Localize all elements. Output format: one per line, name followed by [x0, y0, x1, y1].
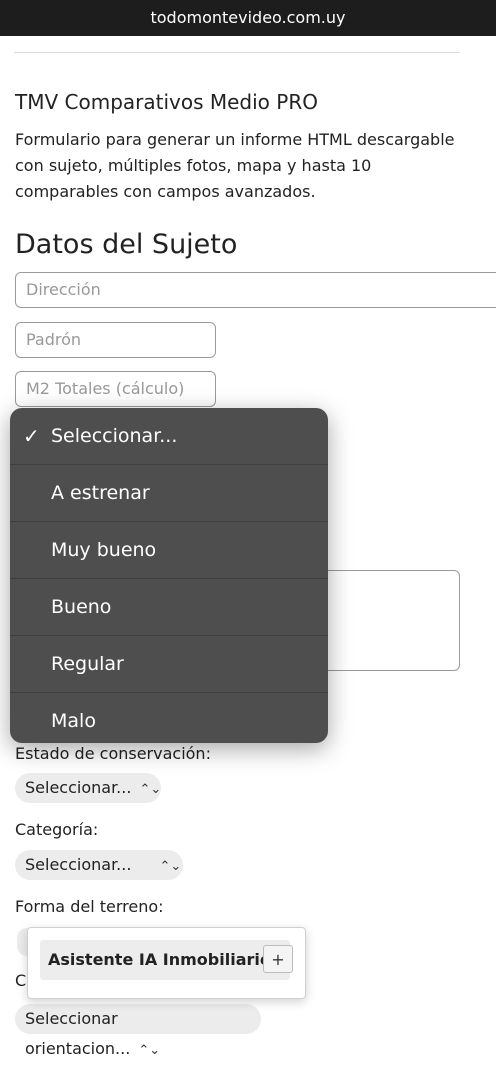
direccion-input[interactable]: Dirección: [15, 272, 496, 308]
estado-select-value: Seleccionar...: [25, 778, 132, 797]
url-text: todomontevideo.com.uy: [150, 8, 346, 27]
estado-dropdown-menu[interactable]: ✓ Seleccionar... A estrenar Muy bueno Bu…: [10, 408, 328, 743]
orientacion-select-value: Seleccionar orientacion...: [25, 1009, 131, 1058]
assistant-panel: Asistente IA Inmobiliario +: [27, 927, 306, 999]
m2-totales-input[interactable]: M2 Totales (cálculo): [15, 371, 216, 407]
forma-label: Forma del terreno:: [15, 897, 164, 916]
dropdown-option-bueno[interactable]: Bueno: [10, 579, 328, 636]
estado-label: Estado de conservación:: [15, 744, 211, 763]
direccion-placeholder: Dirección: [26, 280, 101, 299]
categoria-select[interactable]: Seleccionar... ⌃⌄: [15, 850, 183, 880]
option-label: Seleccionar...: [51, 425, 178, 447]
page-title: TMV Comparativos Medio PRO: [15, 90, 318, 114]
dropdown-option-a-estrenar[interactable]: A estrenar: [10, 465, 328, 522]
chevron-updown-icon: ⌃⌄: [139, 782, 162, 797]
m2-placeholder: M2 Totales (cálculo): [26, 379, 185, 398]
option-label: Muy bueno: [51, 539, 157, 561]
chevron-updown-icon: ⌃⌄: [159, 859, 182, 874]
page-description: Formulario para generar un informe HTML …: [15, 130, 455, 201]
dropdown-option-malo[interactable]: Malo: [10, 693, 328, 743]
categoria-label: Categoría:: [15, 820, 99, 839]
option-label: Regular: [51, 653, 124, 675]
checkmark-icon: ✓: [23, 424, 40, 448]
divider: [14, 52, 460, 53]
orientacion-select[interactable]: Seleccionar orientacion... ⌃⌄: [15, 1004, 261, 1058]
partial-label: C: [15, 971, 27, 990]
padron-placeholder: Padrón: [26, 330, 82, 349]
browser-url-bar[interactable]: todomontevideo.com.uy: [0, 0, 496, 36]
assistant-label: Asistente IA Inmobiliario: [48, 950, 271, 969]
option-label: Malo: [51, 710, 96, 732]
option-label: A estrenar: [51, 482, 150, 504]
dropdown-option-seleccionar[interactable]: ✓ Seleccionar...: [10, 408, 328, 465]
expand-plus-icon[interactable]: +: [263, 945, 293, 973]
option-label: Bueno: [51, 596, 112, 618]
assistant-header[interactable]: Asistente IA Inmobiliario +: [40, 940, 293, 980]
categoria-select-value: Seleccionar...: [25, 855, 132, 874]
padron-input[interactable]: Padrón: [15, 322, 216, 358]
section-title: Datos del Sujeto: [15, 229, 238, 260]
chevron-updown-icon: ⌃⌄: [138, 1043, 161, 1058]
dropdown-option-muy-bueno[interactable]: Muy bueno: [10, 522, 328, 579]
estado-select[interactable]: Seleccionar... ⌃⌄: [15, 773, 161, 803]
dropdown-option-regular[interactable]: Regular: [10, 636, 328, 693]
